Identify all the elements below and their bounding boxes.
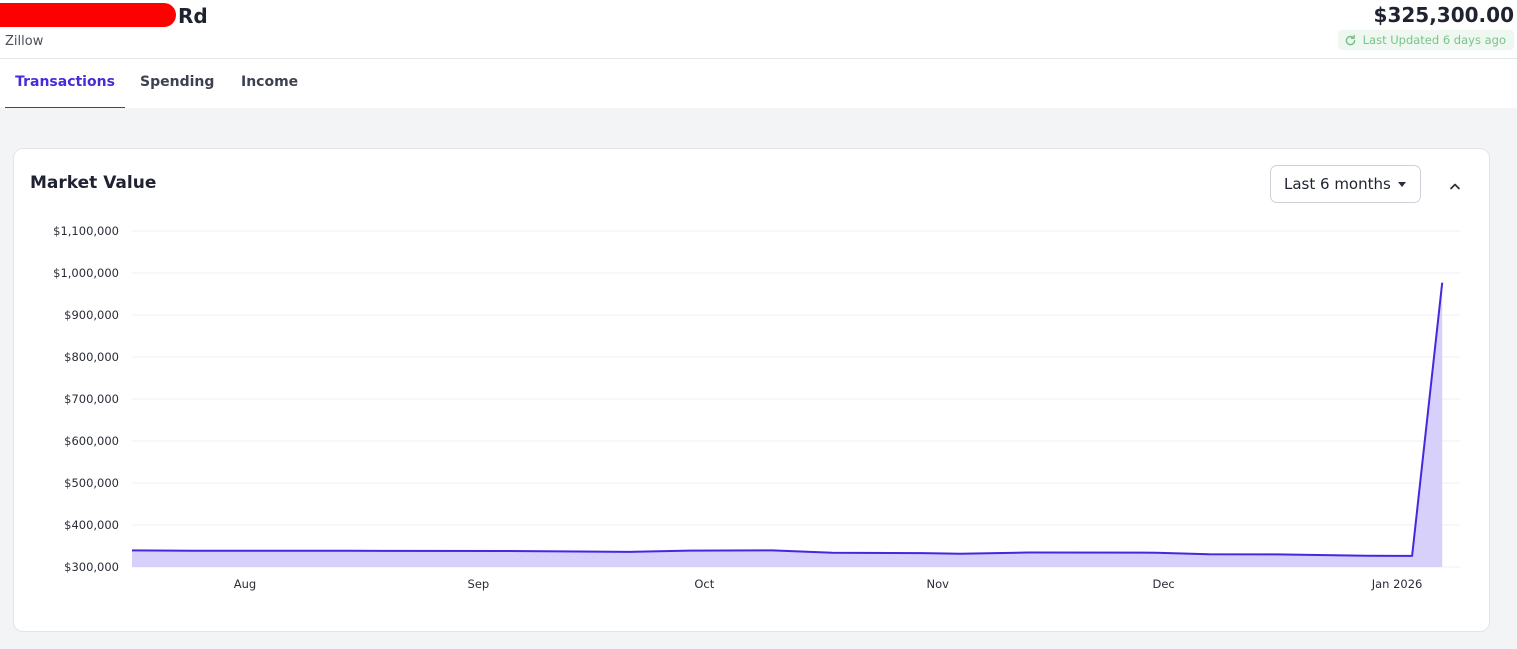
x-tick-label: Jan 2026 [1371, 577, 1423, 591]
y-tick-label: $600,000 [64, 434, 119, 448]
market-value-area [132, 282, 1443, 567]
x-tick-label: Sep [468, 577, 490, 591]
x-tick-label: Oct [694, 577, 714, 591]
market-value-chart: $1,100,000 $1,000,000 $900,000 $800,000 $700… [53, 224, 1460, 591]
y-tick-label: $1,000,000 [53, 266, 119, 280]
x-tick-label: Dec [1152, 577, 1174, 591]
y-tick-label: $300,000 [64, 560, 119, 574]
market-value-line [131, 282, 1444, 557]
y-tick-label: $700,000 [64, 392, 119, 406]
x-tick-label: Nov [926, 577, 949, 591]
y-tick-label: $1,100,000 [53, 224, 119, 238]
y-tick-label: $800,000 [64, 350, 119, 364]
y-tick-label: $400,000 [64, 518, 119, 532]
y-tick-label: $500,000 [64, 476, 119, 490]
y-tick-label: $900,000 [64, 308, 119, 322]
x-tick-label: Aug [234, 577, 256, 591]
